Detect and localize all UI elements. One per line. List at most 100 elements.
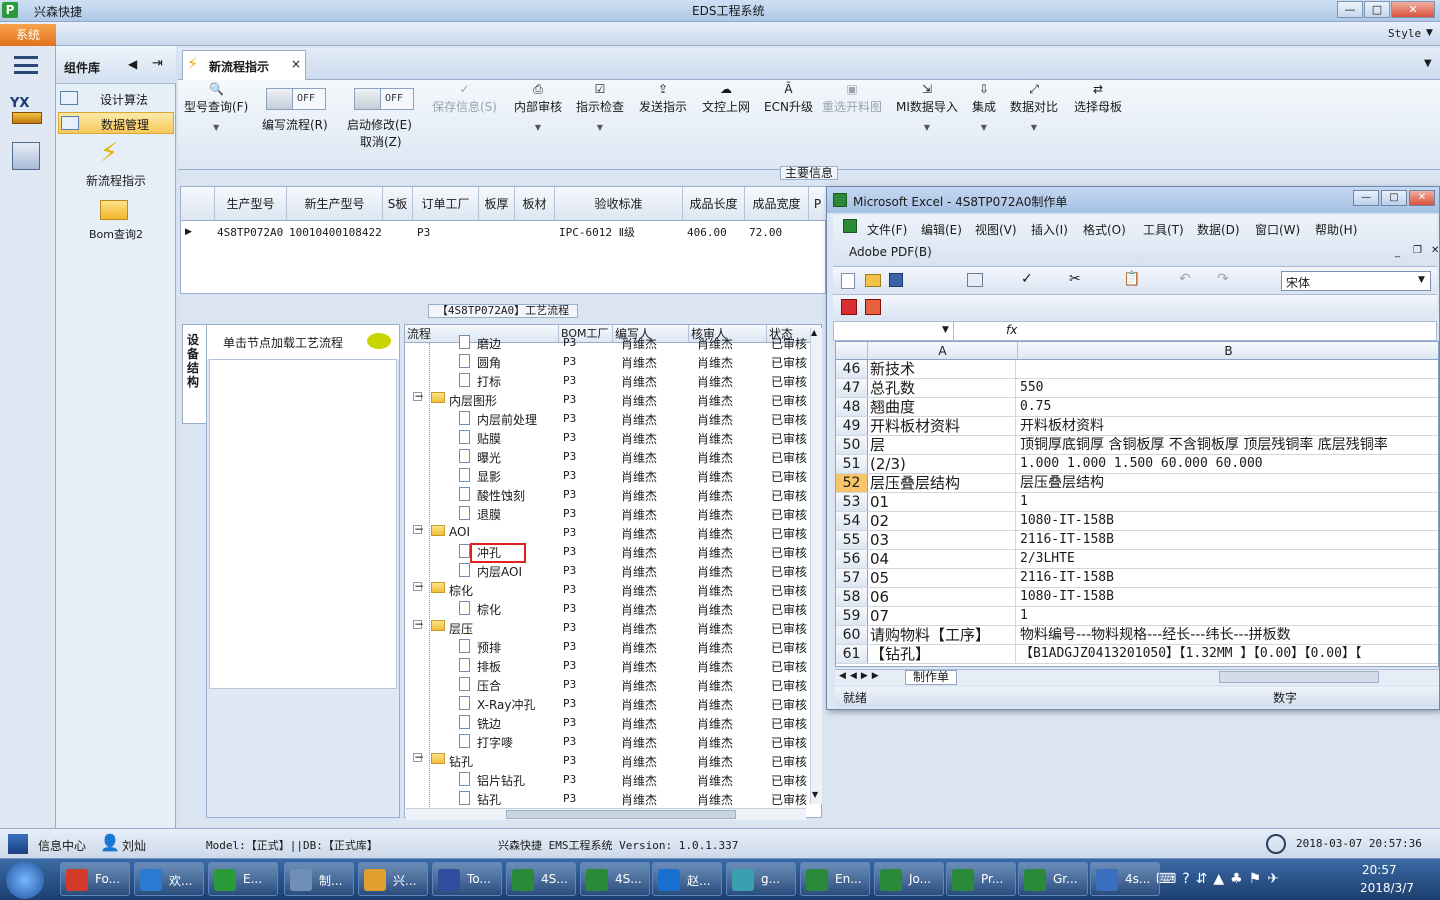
excel-menu-edit[interactable]: 编辑(E) <box>921 221 962 238</box>
pin-icon[interactable]: ⇥ <box>152 56 163 71</box>
tree-node-label[interactable]: 磨边 <box>477 335 501 352</box>
chevron-down-icon[interactable]: ▼ <box>1418 275 1425 285</box>
excel-cell-a[interactable]: 层压叠层结构 <box>870 474 1016 492</box>
excel-row-number[interactable]: 57 <box>836 569 868 587</box>
instruction-check-button[interactable]: ☑ 指示检查 ▼ <box>576 82 624 132</box>
tree-row[interactable]: − AOI P3 肖维杰 肖维杰 已审核 <box>405 523 821 542</box>
taskbar-task-button[interactable]: g... <box>726 862 796 896</box>
collapse-left-icon[interactable]: ◀ <box>128 57 137 71</box>
info-center-link[interactable]: 信息中心 <box>38 837 86 854</box>
tree-node-label[interactable]: 打标 <box>477 373 501 390</box>
clock-time[interactable]: 20:57 <box>1362 863 1397 877</box>
tree-node-label[interactable]: 显影 <box>477 468 501 485</box>
calculator-module-icon[interactable] <box>12 142 40 170</box>
excel-cell-b[interactable]: 0.75 <box>1020 398 1438 416</box>
excel-cell-a[interactable]: 【钻孔】 <box>870 645 1016 663</box>
tree-node-label[interactable]: 棕化 <box>449 582 473 599</box>
tree-row[interactable]: 钻孔 P3 肖维杰 肖维杰 已审核 <box>405 789 821 808</box>
taskbar-task-button[interactable]: 欢... <box>134 862 204 896</box>
tree-node-label[interactable]: 铣边 <box>477 715 501 732</box>
excel-menu-window[interactable]: 窗口(W) <box>1255 221 1300 238</box>
excel-row-number[interactable]: 56 <box>836 550 868 568</box>
excel-row-number[interactable]: 47 <box>836 379 868 397</box>
excel-menu-tools[interactable]: 工具(T) <box>1143 221 1184 238</box>
maximize-button[interactable]: □ <box>1364 1 1390 18</box>
cell[interactable]: P3 <box>417 223 430 243</box>
excel-row-number[interactable]: 61 <box>836 645 868 663</box>
tree-node-label[interactable]: 排板 <box>477 658 501 675</box>
pdf-icon[interactable] <box>841 299 857 315</box>
tree-node-label[interactable]: 圆角 <box>477 354 501 371</box>
excel-col-header[interactable]: B <box>1018 342 1438 360</box>
col-header[interactable]: 新生产型号 <box>287 187 383 221</box>
excel-cell-a[interactable]: 翘曲度 <box>870 398 1016 416</box>
excel-cell-b[interactable]: 层压叠层结构 <box>1020 474 1438 492</box>
close-button[interactable]: ✕ <box>1391 1 1435 18</box>
excel-cell-a[interactable]: 05 <box>870 569 1016 587</box>
tree-row[interactable]: 曝光 P3 肖维杰 肖维杰 已审核 <box>405 447 821 466</box>
tree-node-label[interactable]: 压合 <box>477 677 501 694</box>
tree-row[interactable]: − 内层图形 P3 肖维杰 肖维杰 已审核 <box>405 390 821 409</box>
col-header[interactable]: 订单工厂 <box>413 187 479 221</box>
reselect-cutting-chart-button[interactable]: ▣ 重选开料图 <box>822 82 882 115</box>
excel-cell-a[interactable]: 06 <box>870 588 1016 606</box>
tree-node-label[interactable]: 贴膜 <box>477 430 501 447</box>
excel-corner[interactable] <box>836 342 868 360</box>
excel-row-number[interactable]: 60 <box>836 626 868 644</box>
scroll-down-icon[interactable]: ▼ <box>812 790 818 799</box>
excel-cell-b[interactable]: 2116-IT-158B <box>1020 531 1438 549</box>
side-tab-equipment[interactable]: 设备结构 <box>182 324 206 424</box>
excel-cell-b[interactable] <box>1020 360 1438 378</box>
tree-vertical-scrollbar[interactable]: ▲ ▼ <box>810 328 822 804</box>
taskbar-task-button[interactable]: 制... <box>284 862 354 896</box>
excel-menu-file[interactable]: 文件(F) <box>867 221 907 238</box>
tree-row[interactable]: 酸性蚀刻 P3 肖维杰 肖维杰 已审核 <box>405 485 821 504</box>
taskbar-task-button[interactable]: 4s... <box>1090 862 1160 896</box>
tree-node-label[interactable]: 退膜 <box>477 506 501 523</box>
sheet-tab[interactable]: 制作单 <box>905 670 957 685</box>
select-motherboard-button[interactable]: ⇄ 选择母板 <box>1074 82 1122 115</box>
col-header[interactable]: 板材 <box>515 187 555 221</box>
excel-cell-b[interactable]: 2/3LHTE <box>1020 550 1438 568</box>
tree-row[interactable]: − 层压 P3 肖维杰 肖维杰 已审核 <box>405 618 821 637</box>
excel-col-header[interactable]: A <box>868 342 1018 360</box>
internal-review-button[interactable]: ⎙ 内部审核 ▼ <box>514 82 562 132</box>
excel-doc-restore-icon[interactable]: ❐ <box>1413 245 1422 256</box>
collapse-icon[interactable]: − <box>413 523 424 535</box>
excel-cell-b[interactable]: 1080-IT-158B <box>1020 588 1438 606</box>
scroll-up-icon[interactable]: ▲ <box>811 328 817 337</box>
excel-cell-a[interactable]: 开料板材资料 <box>870 417 1016 435</box>
tree-row[interactable]: 内层前处理 P3 肖维杰 肖维杰 已审核 <box>405 409 821 428</box>
start-modify-toggle[interactable]: OFF <box>354 88 414 110</box>
excel-cell-a[interactable]: (2/3) <box>870 455 1016 473</box>
tree-node-label[interactable]: 曝光 <box>477 449 501 466</box>
font-name-select[interactable]: 宋体 ▼ <box>1281 271 1431 291</box>
data-compare-button[interactable]: ⤢ 数据对比 ▼ <box>1010 82 1058 132</box>
cell[interactable]: 4S8TP072A0 <box>217 223 283 243</box>
taskbar-task-button[interactable]: To... <box>432 862 502 896</box>
lib-item-design-algorithm[interactable]: 设计算法 <box>58 88 174 110</box>
excel-cell-a[interactable]: 新技术 <box>870 360 1016 378</box>
tile-bom-query[interactable]: Bom查询2 <box>56 196 176 242</box>
tree-row[interactable]: 排板 P3 肖维杰 肖维杰 已审核 <box>405 656 821 675</box>
tree-row[interactable]: 贴膜 P3 肖维杰 肖维杰 已审核 <box>405 428 821 447</box>
clock-date[interactable]: 2018/3/7 <box>1360 881 1414 895</box>
cancel-label[interactable]: 取消(Z) <box>360 133 402 150</box>
taskbar-task-button[interactable]: Jo... <box>874 862 944 896</box>
tree-node-label[interactable]: 铝片钻孔 <box>477 772 525 789</box>
collapse-icon[interactable]: − <box>413 751 424 763</box>
integrate-button[interactable]: ⇩ 集成 ▼ <box>972 82 996 132</box>
excel-close-button[interactable]: ✕ <box>1409 190 1435 206</box>
taskbar-task-button[interactable]: 兴... <box>358 862 428 896</box>
new-icon[interactable] <box>841 273 855 289</box>
write-process-toggle[interactable]: OFF <box>266 88 326 110</box>
excel-cell-b[interactable]: 1080-IT-158B <box>1020 512 1438 530</box>
excel-row-number[interactable]: 52 <box>836 474 868 492</box>
excel-row-number[interactable]: 46 <box>836 360 868 378</box>
save-info-button[interactable]: ✓ 保存信息(S) <box>432 82 497 115</box>
excel-row-number[interactable]: 49 <box>836 417 868 435</box>
excel-cell-a[interactable]: 总孔数 <box>870 379 1016 397</box>
excel-cell-b[interactable]: 顶铜厚底铜厚 含铜板厚 不含铜板厚 顶层残铜率 底层残铜率 <box>1020 436 1438 454</box>
tile-new-process[interactable]: ⚡ 新流程指示 <box>56 136 176 188</box>
cell[interactable]: 10010400108422 <box>289 223 382 243</box>
